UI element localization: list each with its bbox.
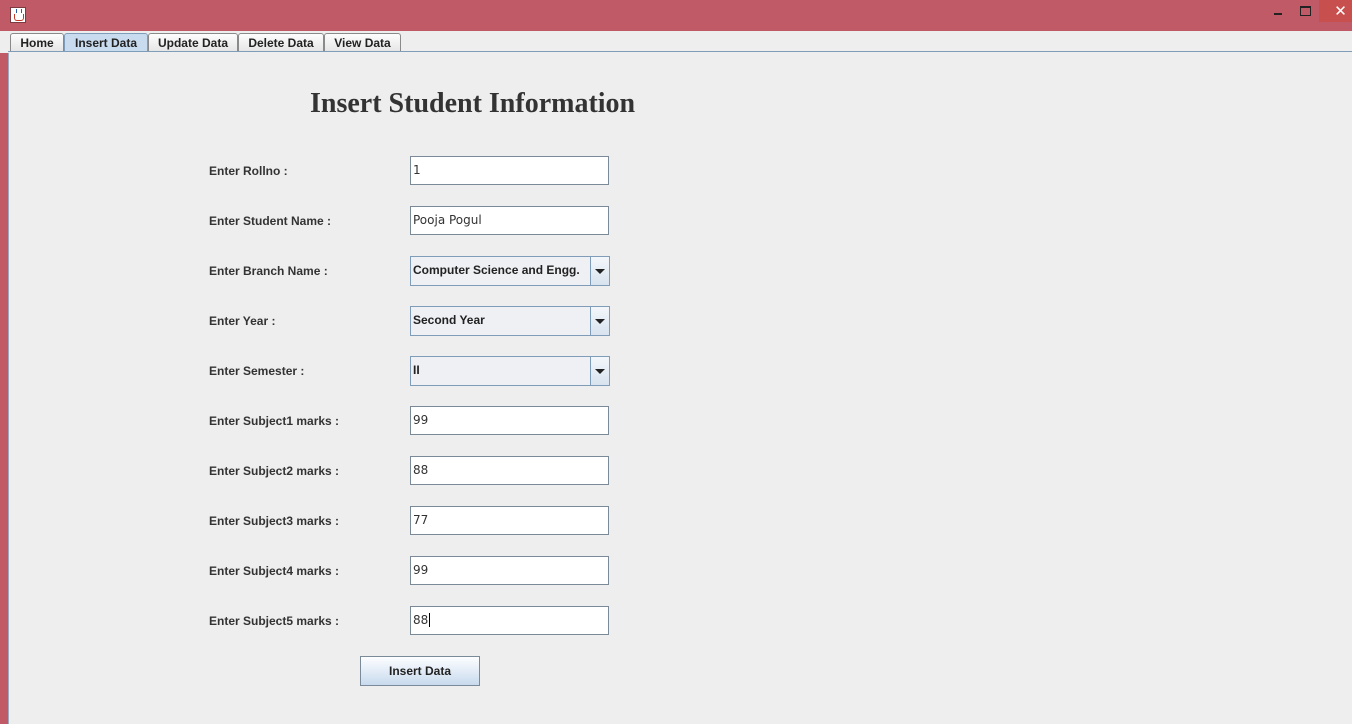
- tab-home[interactable]: Home: [10, 33, 64, 51]
- subject3-value: 77: [413, 513, 429, 527]
- dropdown-arrow-icon: [595, 369, 605, 374]
- insert-data-button[interactable]: Insert Data: [360, 656, 480, 686]
- subject2-value: 88: [413, 463, 429, 477]
- rollno-label: Enter Rollno :: [209, 164, 288, 178]
- tab-view-data[interactable]: View Data: [324, 33, 401, 51]
- window-left-border: [0, 31, 8, 724]
- window-inner-border: [8, 52, 9, 724]
- semester-selected-value: II: [413, 363, 420, 377]
- subject5-label: Enter Subject5 marks :: [209, 614, 340, 628]
- tab-update-data[interactable]: Update Data: [148, 33, 238, 51]
- branch-selected-value: Computer Science and Engg.: [413, 263, 580, 277]
- year-selected-value: Second Year: [413, 313, 485, 327]
- dropdown-arrow-icon: [595, 319, 605, 324]
- close-button[interactable]: ✕: [1319, 0, 1352, 22]
- subject4-label: Enter Subject4 marks :: [209, 564, 340, 578]
- app-window: ✕ Home Insert Data Update Data Delete Da…: [0, 0, 1352, 724]
- branch-select[interactable]: Computer Science and Engg.: [410, 256, 610, 286]
- branch-dropdown-button[interactable]: [590, 257, 609, 285]
- subject5-field[interactable]: 88: [410, 606, 609, 635]
- minimize-button[interactable]: [1265, 0, 1291, 22]
- semester-select[interactable]: II: [410, 356, 610, 386]
- year-label: Enter Year :: [209, 314, 276, 328]
- student-name-field[interactable]: Pooja Pogul: [410, 206, 609, 235]
- student-name-value: Pooja Pogul: [413, 213, 482, 227]
- tab-delete-data[interactable]: Delete Data: [238, 33, 324, 51]
- semester-label: Enter Semester :: [209, 364, 305, 378]
- maximize-icon: [1299, 6, 1311, 16]
- student-name-label: Enter Student Name :: [209, 214, 332, 228]
- subject4-value: 99: [413, 563, 429, 577]
- rollno-value: 1: [413, 163, 421, 177]
- subject1-label: Enter Subject1 marks :: [209, 414, 340, 428]
- text-caret: [429, 613, 431, 627]
- tab-insert-data[interactable]: Insert Data: [64, 33, 148, 51]
- branch-label: Enter Branch Name :: [209, 264, 328, 278]
- title-bar[interactable]: ✕: [0, 0, 1352, 31]
- close-icon: ✕: [1334, 2, 1347, 20]
- subject5-value: 88: [413, 613, 429, 627]
- java-app-icon[interactable]: [10, 7, 26, 23]
- subject2-label: Enter Subject2 marks :: [209, 464, 340, 478]
- subject4-field[interactable]: 99: [410, 556, 609, 585]
- page-title: Insert Student Information: [310, 88, 636, 119]
- subject3-label: Enter Subject3 marks :: [209, 514, 340, 528]
- year-dropdown-button[interactable]: [590, 307, 609, 335]
- subject3-field[interactable]: 77: [410, 506, 609, 535]
- subject1-field[interactable]: 99: [410, 406, 609, 435]
- semester-dropdown-button[interactable]: [590, 357, 609, 385]
- tab-divider: [8, 51, 1352, 52]
- subject2-field[interactable]: 88: [410, 456, 609, 485]
- dropdown-arrow-icon: [595, 269, 605, 274]
- rollno-field[interactable]: 1: [410, 156, 609, 185]
- maximize-button[interactable]: [1292, 0, 1318, 22]
- subject1-value: 99: [413, 413, 429, 427]
- minimize-icon: [1274, 13, 1282, 15]
- year-select[interactable]: Second Year: [410, 306, 610, 336]
